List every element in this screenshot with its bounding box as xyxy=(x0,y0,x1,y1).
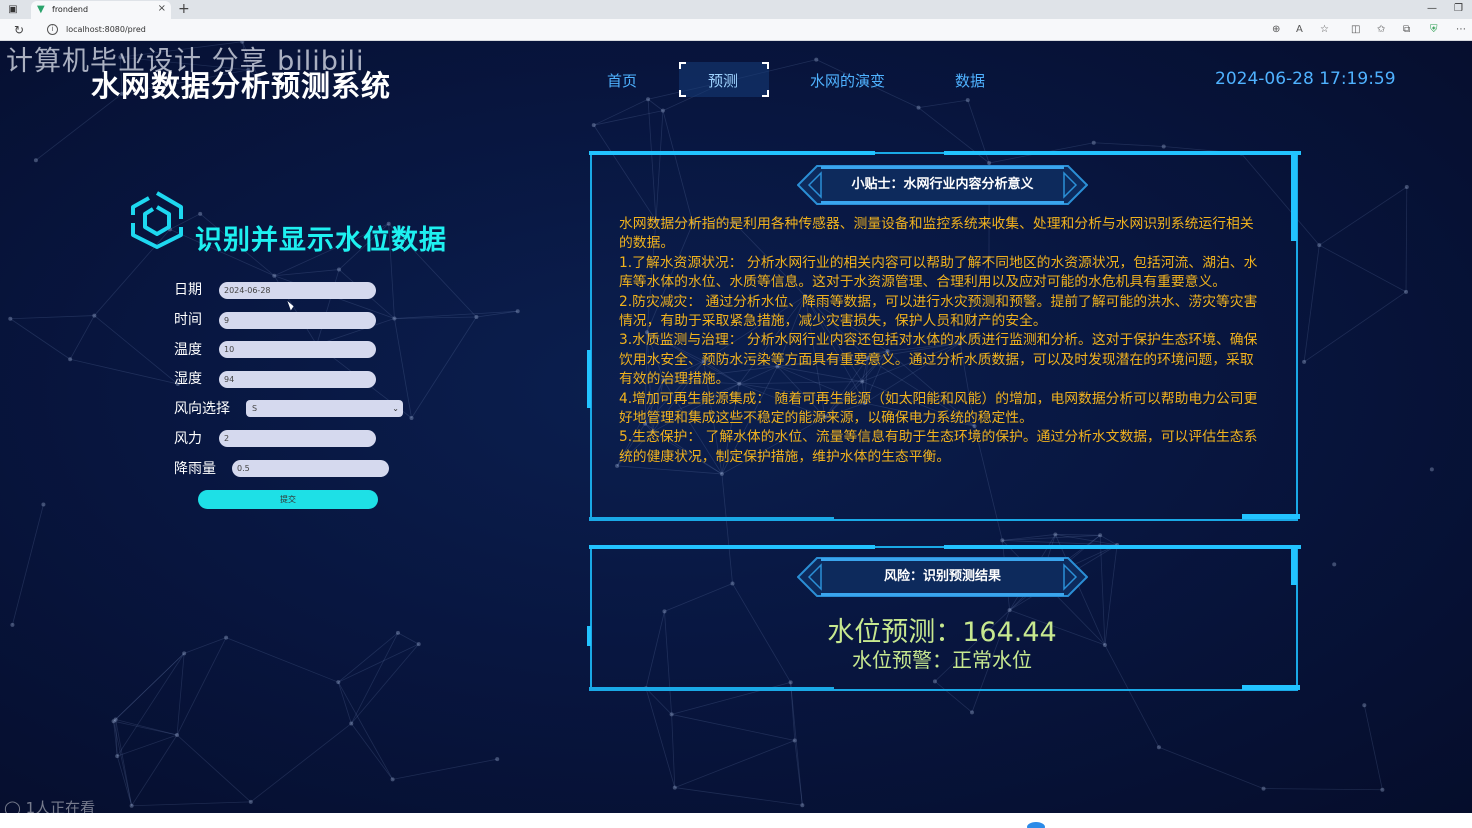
temperature-input[interactable] xyxy=(219,341,376,358)
collections-icon[interactable]: ⧉ xyxy=(1403,22,1410,38)
tips-item-renewable-energy: 4.增加可再生能源集成： 随着可再生能源（如太阳能和风能）的增加，电网数据分析可… xyxy=(619,390,1258,427)
vue-favicon-icon: ▼ xyxy=(37,4,45,15)
split-screen-icon[interactable]: ◫ xyxy=(1351,22,1360,38)
bottom-strip xyxy=(0,813,1472,828)
tips-item-ecology: 5.生态保护： 了解水体的水位、流量等信息有助于生态环境的保护。通过分析水文数据… xyxy=(619,429,1258,465)
nav-home[interactable]: 首页 xyxy=(607,71,637,91)
tab-title: frondend xyxy=(52,5,89,14)
warning-label: 水位预警： xyxy=(852,648,952,672)
url-field[interactable]: localhost:8080/pred xyxy=(66,24,146,36)
minimize-icon[interactable]: — xyxy=(1427,2,1437,16)
page: 计算机毕业设计 分享 bilibili 水网数据分析预测系统 首页 预测 水网的… xyxy=(0,41,1472,813)
favorites-icon[interactable]: ✩ xyxy=(1377,22,1385,38)
zoom-icon[interactable]: ⊕ xyxy=(1272,22,1280,38)
read-aloud-icon[interactable]: A xyxy=(1296,22,1303,38)
progress-dot xyxy=(1027,822,1045,828)
wind-direction-value: S xyxy=(252,404,258,413)
date-label: 日期 xyxy=(174,282,202,298)
tips-item-water-quality: 3.水质监测与治理： 分析水网行业内容还包括对水体的水质进行监测和分析。这对于保… xyxy=(619,332,1258,388)
humidity-label: 湿度 xyxy=(174,371,202,387)
rainfall-label: 降雨量 xyxy=(174,461,216,477)
new-tab-icon[interactable]: + xyxy=(178,1,190,17)
hexagon-logo-icon xyxy=(131,191,183,249)
rainfall-input[interactable] xyxy=(232,460,389,477)
tips-content: 水网数据分析指的是利用各种传感器、测量设备和监控系统来收集、处理和分析与水网识别… xyxy=(619,215,1264,467)
date-input[interactable] xyxy=(219,282,376,299)
extension-icon[interactable]: ⛨ xyxy=(1430,22,1438,38)
browser-address-bar: ↻ i localhost:8080/pred ⊕ A ☆ ◫ ✩ ⧉ ⛨ ⋯ xyxy=(0,19,1472,41)
more-menu-icon[interactable]: ⋯ xyxy=(1456,22,1466,38)
tips-item-water-resources: 1.了解水资源状况： 分析水网行业的相关内容可以帮助了解不同地区的水资源状况，包… xyxy=(619,254,1258,291)
tips-item-disaster-prevention: 2.防灾减灾： 通过分析水位、降雨等数据，可以进行水灾预测和预警。提前了解可能的… xyxy=(619,293,1258,330)
chat-bubble-icon: ◯ xyxy=(4,799,21,813)
nav-data[interactable]: 数据 xyxy=(955,71,985,91)
warning-value: 正常水位 xyxy=(952,648,1032,672)
humidity-input[interactable] xyxy=(219,371,376,388)
wind-direction-select[interactable]: S ⌄ xyxy=(246,400,403,417)
form-title: 识别并显示水位数据 xyxy=(195,225,447,256)
favorite-star-icon[interactable]: ☆ xyxy=(1320,22,1329,38)
tab-close-icon[interactable]: × xyxy=(158,3,166,15)
wind-force-input[interactable] xyxy=(219,430,376,447)
current-datetime: 2024-06-28 17:19:59 xyxy=(1215,69,1396,89)
nav-predict[interactable]: 预测 xyxy=(708,71,738,91)
nav-evolution[interactable]: 水网的演变 xyxy=(810,71,885,91)
submit-button[interactable]: 提交 xyxy=(198,490,378,509)
browser-tab-bar: ▣ ▼ frondend × + — ❐ xyxy=(0,0,1472,19)
tab-actions-icon[interactable]: ▣ xyxy=(6,3,20,16)
reload-icon[interactable]: ↻ xyxy=(14,22,24,38)
time-label: 时间 xyxy=(174,312,202,328)
wind-force-label: 风力 xyxy=(174,431,202,447)
chevron-down-icon: ⌄ xyxy=(392,404,399,413)
tips-intro: 水网数据分析指的是利用各种传感器、测量设备和监控系统来收集、处理和分析与水网识别… xyxy=(619,216,1254,252)
viewer-count: ◯ 1人正在看 xyxy=(4,797,95,813)
wind-direction-label: 风向选择 xyxy=(174,401,230,417)
time-input[interactable] xyxy=(219,312,376,329)
app-title: 水网数据分析预测系统 xyxy=(91,69,392,103)
restore-icon[interactable]: ❐ xyxy=(1454,2,1463,16)
risk-title: 风险：识别预测结果 xyxy=(883,569,1001,584)
site-info-icon[interactable]: i xyxy=(47,24,58,35)
water-level-warning: 水位预警：正常水位 xyxy=(600,644,1284,673)
viewer-count-text: 1人正在看 xyxy=(25,799,96,813)
temperature-label: 温度 xyxy=(174,342,202,358)
tips-title: 小贴士：水网行业内容分析意义 xyxy=(851,177,1034,192)
browser-tab[interactable]: ▼ frondend × xyxy=(31,1,171,19)
